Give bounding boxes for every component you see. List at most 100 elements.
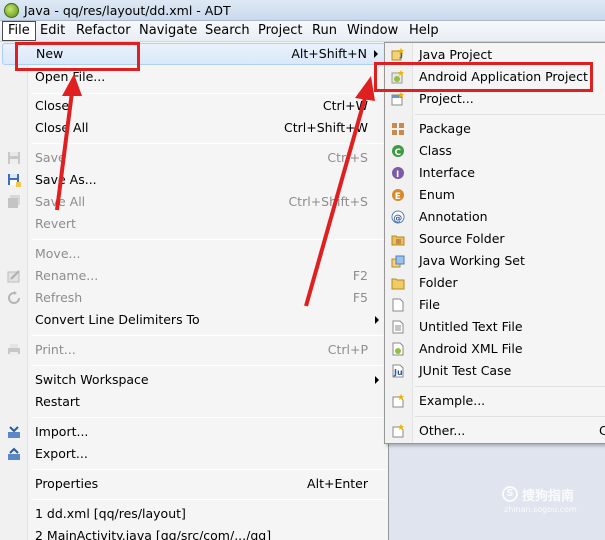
new-untitled-text-file[interactable]: Untitled Text File	[385, 316, 605, 338]
menu-item-label: Save	[35, 150, 66, 165]
menu-item-shortcut: F2	[352, 268, 368, 283]
new-annotation[interactable]: @ Annotation	[385, 206, 605, 228]
save-icon	[8, 152, 20, 164]
menu-item-label: Untitled Text File	[419, 319, 523, 334]
java-project-icon: J	[391, 48, 404, 61]
working-set-icon	[391, 255, 405, 268]
file-menu-save-all[interactable]: Save All Ctrl+Shift+S	[0, 191, 388, 213]
new-java-working-set[interactable]: Java Working Set	[385, 250, 605, 272]
file-menu-import[interactable]: Import...	[0, 421, 388, 443]
watermark-brand: 搜狗指南	[522, 489, 575, 504]
menu-item-label: Source Folder	[419, 231, 505, 246]
file-menu-recent-2[interactable]: 2 MainActivity.java [qq/src/com/.../qq]	[0, 525, 388, 540]
svg-text:@: @	[393, 214, 402, 224]
new-folder[interactable]: Folder	[385, 272, 605, 294]
file-menu-switch-workspace[interactable]: Switch Workspace	[0, 369, 388, 391]
example-icon	[392, 394, 404, 408]
file-menu-refresh[interactable]: Refresh F5	[0, 287, 388, 309]
menu-refactor[interactable]: Refactor	[71, 21, 136, 41]
menu-item-label: Android XML File	[419, 341, 523, 356]
new-source-folder[interactable]: Source Folder	[385, 228, 605, 250]
menu-item-label: Switch Workspace	[35, 372, 149, 387]
menu-separator	[31, 335, 386, 336]
menu-help[interactable]: Help	[404, 21, 444, 41]
sogou-logo-icon: S	[502, 486, 518, 502]
file-menu-convert-line-delimiters[interactable]: Convert Line Delimiters To	[0, 309, 388, 331]
menu-separator	[31, 365, 386, 366]
rename-icon	[7, 270, 20, 283]
menu-item-label: Package	[419, 121, 471, 136]
menu-item-label: Refresh	[35, 290, 83, 305]
file-menu-close[interactable]: Close Ctrl+W	[0, 95, 388, 117]
menu-item-label: Move...	[35, 246, 81, 261]
menu-run[interactable]: Run	[307, 21, 342, 41]
new-class[interactable]: C Class	[385, 140, 605, 162]
menu-file[interactable]: File	[2, 21, 36, 41]
file-menu-revert[interactable]: Revert	[0, 213, 388, 235]
folder-icon	[391, 278, 405, 290]
submenu-arrow-icon	[375, 316, 379, 324]
menu-bar: File Edit Refactor Navigate Search Proje…	[0, 21, 605, 42]
menu-item-label: Save All	[35, 194, 86, 209]
save-all-icon	[8, 195, 20, 208]
file-menu-print[interactable]: Print... Ctrl+P	[0, 339, 388, 361]
menu-project[interactable]: Project	[253, 21, 307, 41]
menu-item-label: Print...	[35, 342, 76, 357]
menu-item-shortcut: Ctrl+W	[322, 98, 368, 113]
menu-item-shortcut: Alt+Shift+N	[291, 46, 367, 61]
menu-search[interactable]: Search	[200, 21, 255, 41]
new-example[interactable]: Example...	[385, 390, 605, 412]
menu-separator	[415, 416, 605, 417]
svg-text:Ju: Ju	[393, 368, 403, 377]
file-menu-rename[interactable]: Rename... F2	[0, 265, 388, 287]
new-submenu: J Java Project Android Application Proje…	[384, 42, 605, 444]
print-icon	[8, 344, 20, 356]
other-icon	[392, 424, 404, 438]
menu-item-label: Annotation	[419, 209, 488, 224]
menu-separator	[415, 386, 605, 387]
file-menu-recent-1[interactable]: 1 dd.xml [qq/res/layout]	[0, 503, 388, 525]
menu-item-label: Restart	[35, 394, 80, 409]
file-menu-export[interactable]: Export...	[0, 443, 388, 465]
file-menu-properties[interactable]: Properties Alt+Enter	[0, 473, 388, 495]
menu-edit[interactable]: Edit	[35, 21, 70, 41]
menu-item-label: 2 MainActivity.java [qq/src/com/.../qq]	[35, 528, 272, 540]
menu-window[interactable]: Window	[342, 21, 403, 41]
menu-item-label: Java Working Set	[419, 253, 525, 268]
menu-item-label: Enum	[419, 187, 455, 202]
new-package[interactable]: Package	[385, 118, 605, 140]
new-interface[interactable]: I Interface	[385, 162, 605, 184]
svg-text:E: E	[395, 192, 401, 202]
menu-separator	[31, 143, 386, 144]
text-file-icon	[392, 320, 404, 334]
new-enum[interactable]: E Enum	[385, 184, 605, 206]
enum-icon: E	[392, 189, 404, 202]
menu-item-label: Interface	[419, 165, 475, 180]
menu-item-label: Export...	[35, 446, 88, 461]
file-menu-move[interactable]: Move...	[0, 243, 388, 265]
menu-item-label: Close All	[35, 120, 89, 135]
menu-navigate[interactable]: Navigate	[134, 21, 202, 41]
export-icon	[8, 447, 20, 460]
menu-item-shortcut: C	[599, 423, 605, 438]
file-menu-save[interactable]: Save Ctrl+S	[0, 147, 388, 169]
refresh-icon	[8, 291, 20, 304]
file-menu-close-all[interactable]: Close All Ctrl+Shift+W	[0, 117, 388, 139]
new-file[interactable]: File	[385, 294, 605, 316]
new-android-xml-file[interactable]: Android XML File	[385, 338, 605, 360]
menu-item-label: Project...	[419, 91, 474, 106]
new-other[interactable]: Other... C	[385, 420, 605, 442]
new-junit-test-case[interactable]: Ju JUnit Test Case	[385, 360, 605, 382]
menu-separator	[415, 114, 605, 115]
menu-item-label: Folder	[419, 275, 458, 290]
menu-item-label: Close	[35, 98, 70, 113]
menu-item-shortcut: Ctrl+Shift+W	[284, 120, 368, 135]
file-menu-save-as[interactable]: Save As...	[0, 169, 388, 191]
file-menu-restart[interactable]: Restart	[0, 391, 388, 413]
menu-item-shortcut: Ctrl+S	[327, 150, 368, 165]
menu-separator	[31, 93, 386, 94]
menu-item-label: Properties	[35, 476, 99, 491]
menu-item-shortcut: Alt+Enter	[307, 476, 368, 491]
highlight-box-new	[15, 42, 140, 71]
interface-icon: I	[392, 167, 404, 180]
